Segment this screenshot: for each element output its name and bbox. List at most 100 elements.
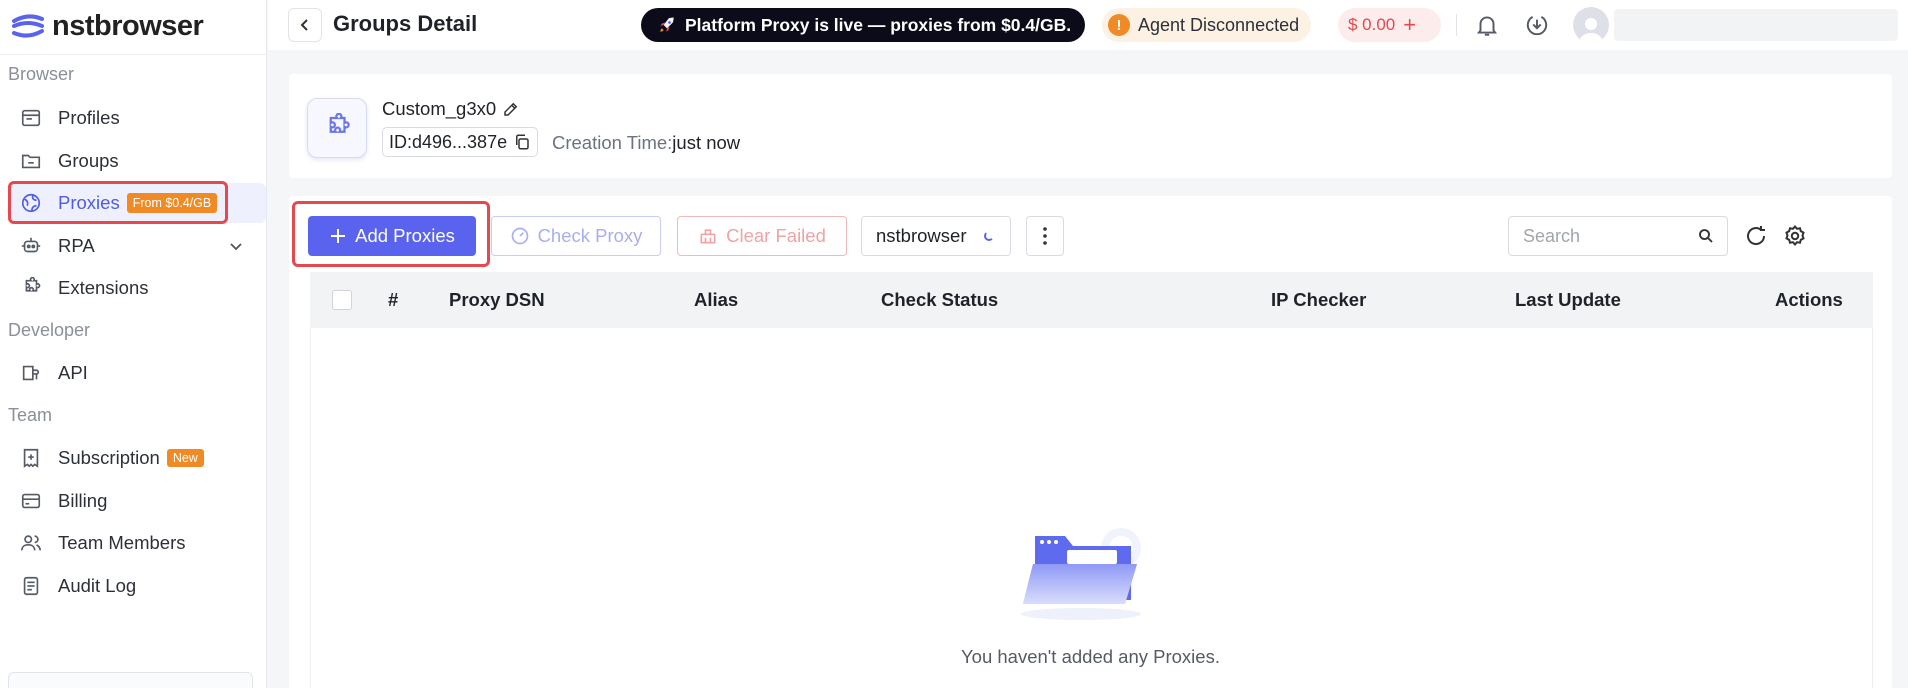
sidebar-item-label: Billing [58,490,108,511]
users-icon [21,535,41,551]
creation-time-label: Creation Time: [552,132,673,153]
section-developer: Developer [8,320,91,340]
sidebar-item-groups[interactable]: Groups [8,141,266,181]
column-header-index: # [388,289,399,310]
column-header-check-status[interactable]: Check Status [881,289,998,311]
sidebar-item-subscription[interactable]: Subscription New [8,438,266,478]
sidebar-bottom-panel[interactable] [8,672,253,688]
search-icon[interactable] [1697,227,1715,245]
column-header-proxy-dsn[interactable]: Proxy DSN [449,289,545,311]
add-proxies-button[interactable]: Add Proxies [308,216,476,256]
user-name-redacted[interactable] [1614,9,1898,41]
page-title: Groups Detail [333,11,478,36]
copy-icon[interactable] [513,133,531,151]
folder-icon [21,154,41,169]
empty-state-text: You haven't added any Proxies. [961,646,1220,667]
plus-icon [331,229,346,243]
group-id-chip[interactable]: ID:d496...387e [382,127,539,157]
sidebar-item-label: RPA [58,235,95,256]
creation-time: Creation Time:just now [552,132,740,154]
robot-icon [21,237,41,253]
api-icon [22,365,40,381]
check-proxy-button[interactable]: Check Proxy [491,216,661,256]
sidebar-item-audit-log[interactable]: Audit Log [8,566,266,606]
select-all-checkbox[interactable] [332,290,352,310]
globe-icon [21,193,41,213]
sidebar-item-label: Subscription [58,447,160,468]
group-name-row: Custom_g3x0 [382,98,520,120]
document-icon [23,576,39,596]
top-header: Groups Detail Platform Proxy is live — p… [268,0,1908,50]
rocket-icon [660,17,674,32]
app-logo[interactable]: nstbrowser [10,8,204,44]
subscription-icon [23,448,39,468]
download-icon[interactable] [1524,12,1550,38]
edit-pencil-icon[interactable] [502,100,520,118]
sidebar-item-proxies[interactable]: Proxies From $0.4/GB [8,183,266,223]
sidebar-divider [0,54,267,55]
column-header-actions: Actions [1775,289,1843,310]
sidebar-item-label: Extensions [58,277,149,298]
column-header-ip-checker[interactable]: IP Checker [1271,289,1366,311]
more-options-button[interactable] [1026,216,1064,256]
sidebar-item-label: Audit Log [58,575,137,596]
avatar[interactable] [1573,7,1609,43]
check-proxy-label: Check Proxy [537,225,643,246]
empty-folder-icon [1021,528,1141,620]
promo-text: Platform Proxy is live — proxies from $0… [685,14,1072,35]
refresh-icon[interactable] [1744,224,1768,248]
sidebar-item-label: Proxies [58,192,120,213]
header-divider [1456,14,1457,36]
sidebar-item-profiles[interactable]: Profiles [8,98,266,138]
sidebar-item-billing[interactable]: Billing [8,481,266,521]
platform-proxy-promo[interactable]: Platform Proxy is live — proxies from $0… [641,8,1086,42]
agent-status-text: Agent Disconnected [1138,14,1300,35]
puzzle-icon [329,113,350,133]
sidebar-item-label: API [58,362,88,383]
loading-spinner-icon [984,231,995,241]
clear-failed-button[interactable]: Clear Failed [677,216,847,256]
creation-time-value: just now [672,132,741,153]
balance-widget[interactable]: $ 0.00 + [1338,8,1441,42]
puzzle-icon [25,277,41,292]
logo-text: nstbrowser [52,9,204,42]
price-badge: From $0.4/GB [126,193,218,213]
gauge-icon [511,227,528,245]
sidebar-item-label: Team Members [58,532,186,553]
gear-icon[interactable] [1783,224,1807,248]
sidebar-item-rpa[interactable]: RPA [8,226,266,266]
table-header: # Proxy DSN Alias Check Status IP Checke… [310,272,1873,328]
group-avatar [307,98,367,158]
group-info-card: Custom_g3x0 ID:d496...387e Creation Time… [289,74,1892,178]
nstbrowser-logo-icon [12,14,44,38]
search-input[interactable] [1509,217,1689,255]
add-proxies-label: Add Proxies [355,225,455,246]
sidebar-item-label: Profiles [58,107,120,128]
bell-icon[interactable] [1474,12,1500,38]
search-box [1508,216,1728,256]
clear-broom-icon [700,229,716,244]
sidebar-item-api[interactable]: API [8,353,266,393]
proxy-source-value: nstbrowser [876,225,967,246]
credit-card-icon [21,493,41,509]
add-funds-icon[interactable]: + [1403,14,1416,36]
column-header-last-update[interactable]: Last Update [1515,289,1621,311]
warning-icon: ! [1108,14,1130,36]
section-browser: Browser [8,64,75,84]
sidebar-item-label: Groups [58,150,119,171]
sidebar-item-team-members[interactable]: Team Members [8,523,266,563]
group-id: ID:d496...387e [389,131,508,152]
chevron-down-icon[interactable] [228,238,244,254]
new-badge: New [166,449,204,467]
sidebar: nstbrowser Browser Profiles Groups Proxi… [0,0,267,688]
proxy-source-select[interactable]: nstbrowser [861,216,1011,256]
column-header-alias[interactable]: Alias [694,289,738,311]
back-button[interactable] [288,8,322,42]
user-avatar-icon [1579,18,1603,43]
group-name: Custom_g3x0 [382,98,497,119]
proxies-panel: Add Proxies Check Proxy Clear Failed nst… [289,196,1892,688]
sidebar-item-extensions[interactable]: Extensions [8,268,266,308]
agent-status[interactable]: ! Agent Disconnected [1102,8,1312,42]
more-vertical-icon [1043,227,1047,245]
balance-amount: $ 0.00 [1348,15,1396,34]
